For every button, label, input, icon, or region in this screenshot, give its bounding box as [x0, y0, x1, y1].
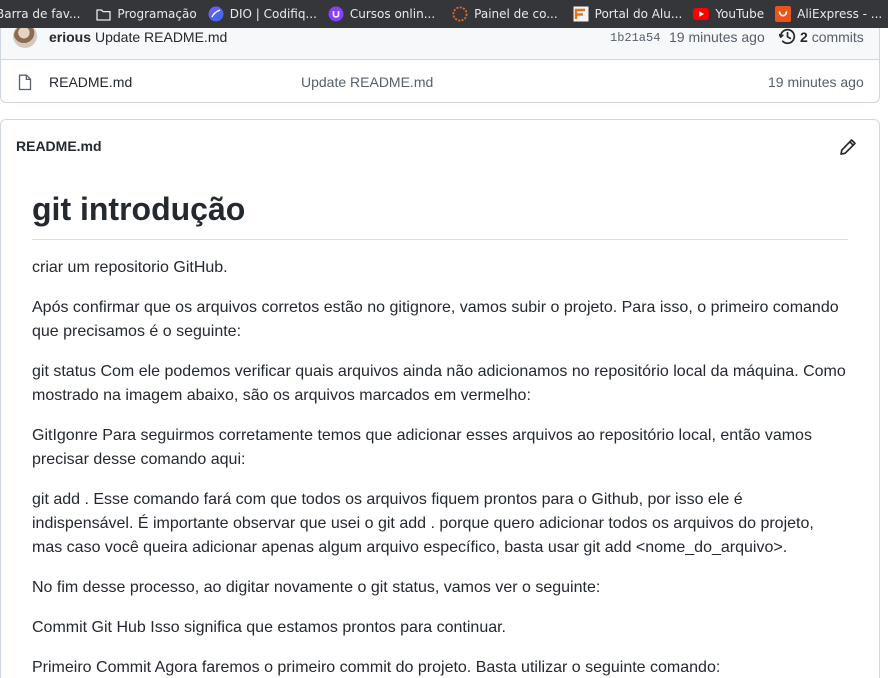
readme-content: git introdução criar um repositorio GitH…: [32, 189, 848, 678]
readme-paragraph: git status Com ele podemos verificar qua…: [32, 363, 846, 404]
file-commit-time: 19 minutes ago: [768, 74, 864, 90]
readme-paragraph: criar um repositorio GitHub.: [32, 259, 228, 276]
readme-box: README.md git introdução criar um reposi…: [0, 119, 880, 678]
file-row: README.md Update README.md 19 minutes ag…: [1, 68, 879, 102]
readme-paragraph: No fim desse processo, ao digitar novame…: [32, 579, 601, 596]
commit-author-link[interactable]: erious: [49, 29, 91, 45]
bookmark-painel[interactable]: Painel de co...: [452, 0, 565, 28]
dio-icon: [208, 6, 224, 22]
readme-filename[interactable]: README.md: [16, 138, 102, 154]
readme-paragraph: Após confirmar que os arquivos corretos …: [32, 299, 839, 340]
bookmark-dio[interactable]: DIO | Codifiq...: [208, 0, 324, 28]
painel-icon: [452, 6, 468, 22]
bookmark-label: Painel de co...: [474, 7, 558, 21]
commit-sha-link[interactable]: 1b21a54: [610, 31, 660, 45]
portal-icon: [573, 6, 589, 22]
history-icon[interactable]: [779, 28, 796, 45]
bookmark-programacao[interactable]: Programação: [95, 0, 203, 28]
youtube-icon: [693, 6, 710, 22]
bookmark-label: YouTube: [715, 7, 765, 21]
bookmark-label: Programação: [117, 7, 197, 21]
bookmark-portal[interactable]: Portal do Alu...: [573, 0, 690, 28]
bookmark-aliexpress[interactable]: AliExpress - ...: [775, 0, 888, 28]
file-commit-message-link[interactable]: Update README.md: [301, 74, 433, 90]
commits-count: 2: [800, 29, 808, 45]
readme-header: README.md: [1, 120, 879, 172]
commit-time: 19 minutes ago: [669, 29, 765, 45]
bookmarks-bar: Barra de fav... Programação DIO | Codifi…: [0, 0, 888, 28]
readme-heading: git introdução: [32, 189, 848, 240]
pencil-icon[interactable]: [839, 138, 857, 156]
bookmark-barra-de-favoritos[interactable]: Barra de fav...: [0, 0, 87, 28]
bookmark-label: Cursos onlin...: [349, 7, 436, 21]
readme-paragraph: GitIgonre Para seguirmos corretamente te…: [32, 427, 812, 468]
readme-paragraph: Commit Git Hub Isso significa que estamo…: [32, 619, 506, 636]
readme-paragraph: Primeiro Commit Agora faremos o primeiro…: [32, 659, 721, 676]
commit-message-link[interactable]: Update README.md: [95, 29, 227, 45]
file-name-link[interactable]: README.md: [49, 74, 132, 90]
cursos-icon: [328, 6, 344, 22]
readme-paragraph: git add . Esse comando fará com que todo…: [32, 491, 814, 556]
bookmark-cursos[interactable]: Cursos onlin...: [328, 0, 442, 28]
file-icon: [18, 74, 32, 91]
folder-icon: [95, 6, 111, 22]
aliexpress-icon: [775, 6, 792, 22]
bookmark-label: AliExpress - ...: [797, 7, 883, 21]
bookmark-label: Barra de fav...: [0, 7, 81, 21]
bookmark-label: DIO | Codifiq...: [229, 7, 317, 21]
bookmark-label: Portal do Alu...: [594, 7, 683, 21]
bookmark-youtube[interactable]: YouTube: [693, 0, 771, 28]
commits-label: commits: [811, 29, 864, 45]
commits-count-link[interactable]: 2 commits: [800, 29, 864, 45]
